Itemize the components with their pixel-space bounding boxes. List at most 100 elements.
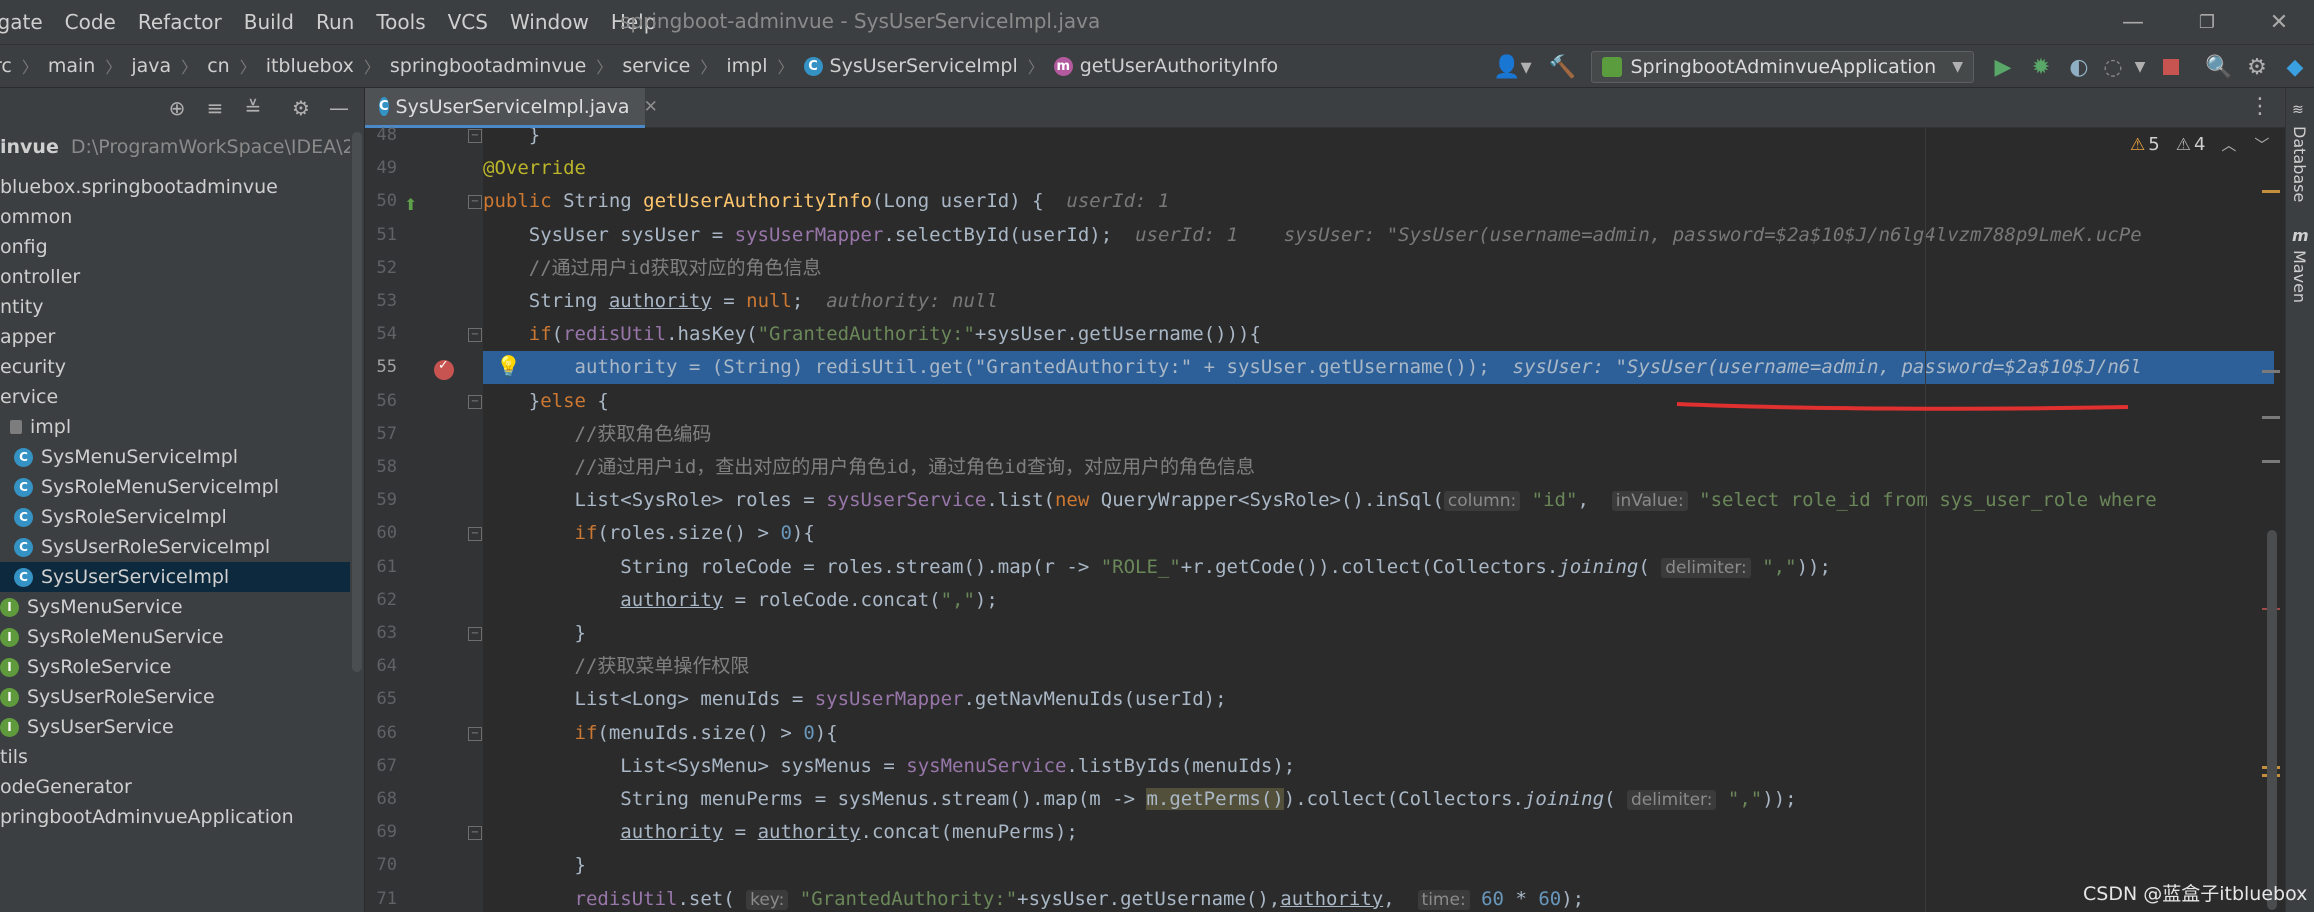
breadcrumb-item[interactable]: cn <box>207 55 230 77</box>
fold-toggle-icon[interactable]: − <box>468 527 482 542</box>
tree-item[interactable]: I SysMenuService <box>0 592 350 622</box>
warning-stripe-marker[interactable] <box>2262 190 2280 193</box>
stripe-marker[interactable] <box>2262 460 2280 463</box>
code-line[interactable]: if(redisUtil.hasKey("GrantedAuthority:"+… <box>483 318 1261 351</box>
menu-item[interactable]: Window <box>510 10 589 34</box>
tree-item[interactable]: ervice <box>0 382 350 412</box>
fold-toggle-icon[interactable]: − <box>468 394 482 409</box>
tree-item[interactable]: onfig <box>0 232 350 262</box>
code-line[interactable]: } <box>483 128 540 152</box>
breakpoint-icon[interactable] <box>434 358 454 380</box>
menu-item[interactable]: Tools <box>376 10 425 34</box>
restore-icon[interactable]: ❐ <box>2172 0 2242 44</box>
fold-toggle-icon[interactable]: − <box>468 826 482 841</box>
tree-item[interactable]: apper <box>0 322 350 352</box>
tree-item[interactable]: I SysUserService <box>0 712 350 742</box>
tree-item[interactable]: tils <box>0 742 350 772</box>
menu-item[interactable]: VCS <box>448 10 488 34</box>
close-tab-icon[interactable]: ✕ <box>644 97 658 117</box>
breadcrumb-item[interactable]: java <box>131 55 171 77</box>
stop-icon[interactable] <box>2152 48 2190 86</box>
editor-tab[interactable]: C SysUserServiceImpl.java ✕ <box>365 88 658 128</box>
more-vertical-icon[interactable]: ⋮ <box>2249 94 2271 119</box>
minimize-icon[interactable]: — <box>2098 0 2168 44</box>
tree-item[interactable]: odeGenerator <box>0 772 350 802</box>
code-line[interactable]: } <box>483 849 586 882</box>
more-run-chevron-icon[interactable]: ▼ <box>2128 48 2152 86</box>
breadcrumb-item[interactable]: SysUserServiceImpl <box>830 55 1018 77</box>
code-line[interactable]: } <box>483 617 586 650</box>
tree-item[interactable]: bluebox.springbootadminvue <box>0 172 350 202</box>
code-line[interactable]: authority = (String) redisUtil.get("Gran… <box>483 351 2274 385</box>
editor-scrollbar[interactable] <box>2267 530 2277 910</box>
fold-gutter[interactable] <box>475 128 483 912</box>
user-icon[interactable]: 👤▾ <box>1489 48 1535 86</box>
code-line[interactable]: if(roles.size() > 0){ <box>483 517 815 550</box>
implements-method-icon[interactable]: ⬆ <box>404 195 417 214</box>
collapse-all-icon[interactable]: ≚ <box>234 89 272 127</box>
expand-all-icon[interactable]: ≡ <box>196 89 234 127</box>
breadcrumb-item[interactable]: impl <box>726 55 767 77</box>
breadcrumb-item[interactable]: main <box>48 55 95 77</box>
profile-icon[interactable]: ◌ <box>2098 48 2128 86</box>
build-hammer-icon[interactable]: 🔨 <box>1543 48 1581 86</box>
maven-tool-tab[interactable]: Maven <box>2290 250 2309 303</box>
project-root[interactable]: invue D:\ProgramWorkSpace\IDEA\2022\ <box>0 132 350 162</box>
code-line[interactable]: authority = authority.concat(menuPerms); <box>483 816 1078 849</box>
code-line[interactable]: //获取菜单操作权限 <box>483 650 750 683</box>
debug-icon[interactable]: ✹ <box>2022 48 2060 86</box>
breadcrumb-item[interactable]: springbootadminvue <box>390 55 586 77</box>
breadcrumb-item[interactable]: itbluebox <box>266 55 354 77</box>
menu-item[interactable]: igate <box>0 10 43 34</box>
tree-item[interactable]: ecurity <box>0 352 350 382</box>
code-line[interactable]: //获取角色编码 <box>483 418 712 451</box>
menu-item[interactable]: Run <box>316 10 354 34</box>
breadcrumb-item[interactable]: service <box>622 55 690 77</box>
code-line[interactable]: public String getUserAuthorityInfo(Long … <box>483 185 1169 218</box>
code-editor[interactable]: } @Override public String getUserAuthority… <box>483 128 2283 912</box>
tree-item[interactable]: C SysRoleServiceImpl <box>0 502 350 532</box>
tree-item[interactable]: I SysRoleMenuService <box>0 622 350 652</box>
tree-item[interactable]: C SysUserRoleServiceImpl <box>0 532 350 562</box>
code-line[interactable]: @Override <box>483 152 586 185</box>
tree-item[interactable]: ommon <box>0 202 350 232</box>
stripe-marker[interactable] <box>2262 416 2280 419</box>
tree-item[interactable]: I SysRoleService <box>0 652 350 682</box>
fold-toggle-icon[interactable]: − <box>468 328 482 343</box>
breadcrumb-item[interactable]: getUserAuthorityInfo <box>1080 55 1278 77</box>
code-line[interactable]: if(menuIds.size() > 0){ <box>483 717 838 750</box>
inspection-widget[interactable]: ⚠ 5 ⚠ 4 ︿ ﹀ <box>2130 134 2287 155</box>
code-line[interactable]: authority = roleCode.concat(","); <box>483 584 998 617</box>
fold-toggle-icon[interactable]: − <box>468 726 482 741</box>
database-tool-tab[interactable]: Database <box>2290 126 2309 202</box>
run-configuration-select[interactable]: SpringbootAdminvueApplication ▼ <box>1591 51 1974 83</box>
previous-highlight-icon[interactable]: ︿ <box>2221 134 2236 155</box>
tree-item[interactable]: ontroller <box>0 262 350 292</box>
options-gear-icon[interactable]: ⚙ <box>282 89 320 127</box>
code-line[interactable]: String authority = null; authority: null <box>483 285 998 318</box>
hide-panel-icon[interactable]: — <box>320 89 358 127</box>
project-tree[interactable]: invue D:\ProgramWorkSpace\IDEA\2022\ blu… <box>0 128 350 912</box>
tree-item[interactable]: C SysUserServiceImpl <box>0 562 350 592</box>
search-icon[interactable]: 🔍 <box>2200 48 2238 86</box>
code-line[interactable]: List<SysMenu> sysMenus = sysMenuService.… <box>483 750 1295 783</box>
tree-item[interactable]: pringbootAdminvueApplication <box>0 802 350 832</box>
tree-item[interactable]: C SysRoleMenuServiceImpl <box>0 472 350 502</box>
tree-item[interactable]: I SysUserRoleService <box>0 682 350 712</box>
code-line[interactable]: //通过用户id获取对应的角色信息 <box>483 252 822 285</box>
fold-toggle-icon[interactable]: − <box>468 129 482 143</box>
menu-item[interactable]: Code <box>65 10 116 34</box>
intention-bulb-icon[interactable]: 💡 <box>496 354 521 378</box>
fold-toggle-icon[interactable]: − <box>468 627 482 641</box>
next-highlight-icon[interactable]: ﹀ <box>2254 134 2269 155</box>
project-scrollbar[interactable] <box>352 132 362 672</box>
code-line[interactable]: redisUtil.set( key: "GrantedAuthority:"+… <box>483 883 1584 912</box>
stripe-marker[interactable] <box>2262 370 2280 373</box>
locate-icon[interactable]: ⊕ <box>158 89 196 127</box>
code-line[interactable]: SysUser sysUser = sysUserMapper.selectBy… <box>483 219 2142 252</box>
code-line[interactable]: List<SysRole> roles = sysUserService.lis… <box>483 484 2157 517</box>
code-line[interactable]: List<Long> menuIds = sysUserMapper.getNa… <box>483 683 1227 716</box>
jetbrains-toolbox-icon[interactable]: ◆ <box>2276 48 2314 86</box>
code-line[interactable]: }else { <box>483 385 609 418</box>
code-line[interactable]: String menuPerms = sysMenus.stream().map… <box>483 783 1797 816</box>
